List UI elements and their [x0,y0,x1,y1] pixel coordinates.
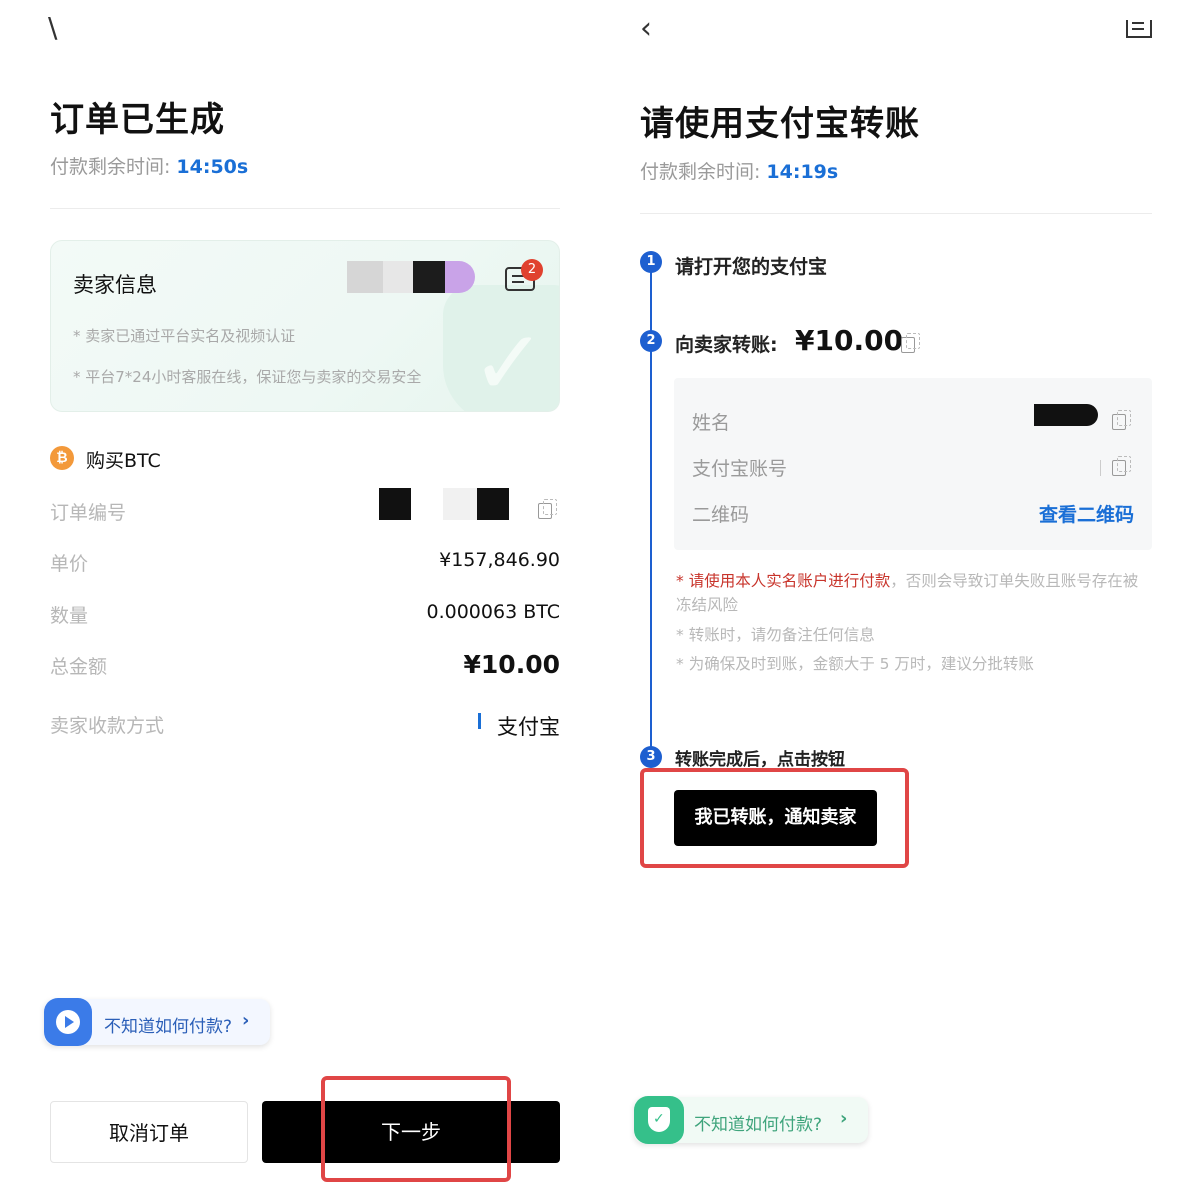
warning-split-transfer-text: 为确保及时到账，金额大于 5 万时，建议分批转账 [688,655,1034,673]
seller-name-redacted [347,261,383,293]
name-label: 姓名 [692,412,731,434]
view-qr-code-link[interactable]: 查看二维码 [1039,500,1134,527]
unit-price-label: 单价 [50,553,89,575]
seller-note-verified: * 卖家已通过平台实名及视频认证 [73,327,296,345]
seller-info-card: ✓ 卖家信息 2 * 卖家已通过平台实名及视频认证 * 平台7*24小时客服在线… [50,240,560,412]
divider [50,208,560,209]
account-redacted [1100,460,1101,476]
play-icon-triangle [65,1016,74,1028]
payment-help-pill[interactable]: ✓ 不知道如何付款? › [634,1096,868,1144]
copy-icon[interactable] [1112,410,1131,430]
back-arrow-icon[interactable]: \ [48,14,57,42]
unit-price-value: ¥157,846.90 [439,549,560,571]
payment-timer: 付款剩余时间: 14:19s [640,157,838,184]
total-amount-label: 总金额 [50,656,108,678]
quantity-label: 数量 [50,605,89,627]
payment-timer: 付款剩余时间: 14:50s [50,152,248,179]
order-number-redacted [477,488,509,520]
warning-no-remark: * 转账时，请勿备注任何信息 [676,626,875,644]
check-watermark-icon: ✓ [471,311,547,412]
seller-name-redacted [383,261,413,293]
warning-real-name-highlight: 请使用本人实名账户进行付款 [688,572,891,590]
back-arrow-icon[interactable]: ‹ [640,14,652,44]
cancel-order-button[interactable]: 取消订单 [50,1101,248,1163]
payment-help-pill[interactable]: 不知道如何付款? › [44,998,270,1046]
alipay-account-label: 支付宝账号 [692,458,788,480]
copy-icon[interactable] [901,333,920,353]
payment-help-text: 不知道如何付款? [694,1115,823,1135]
step-2-text: 向卖家转账: [675,334,778,356]
bitcoin-icon: ₿ [50,446,74,470]
timer-value: 14:19s [766,161,839,183]
warning-split-transfer: * 为确保及时到账，金额大于 5 万时，建议分批转账 [676,655,1034,673]
step-number-2: 2 [640,330,662,352]
step-3-text: 转账完成后，点击按钮 [675,750,845,770]
total-amount-value: ¥10.00 [463,650,560,679]
page-title: 订单已生成 [50,100,225,140]
timer-value: 14:50s [176,156,249,178]
payment-help-text: 不知道如何付款? [104,1017,233,1037]
unread-badge: 2 [521,259,543,281]
play-icon [44,998,92,1046]
alipay-icon [478,713,481,729]
chevron-right-icon: › [840,1108,848,1129]
seller-info-title: 卖家信息 [73,273,157,297]
step-1-text: 请打开您的支付宝 [675,256,828,278]
order-list-icon[interactable] [1126,20,1152,38]
payee-info-box: 姓名 支付宝账号 二维码 查看二维码 [674,378,1152,550]
order-number-redacted [443,488,477,520]
check-icon: ✓ [653,1111,665,1127]
transfer-amount: ¥10.00 [795,324,904,357]
copy-icon[interactable] [1112,456,1131,476]
quantity-value: 0.000063 BTC [426,601,561,623]
copy-icon[interactable] [538,499,557,519]
payment-method-value: 支付宝 [497,715,560,739]
timer-label: 付款剩余时间: [50,156,171,178]
warning-no-remark-text: 转账时，请勿备注任何信息 [688,626,875,644]
order-number-redacted [379,488,411,520]
page-title: 请使用支付宝转账 [640,104,920,144]
shield-check-icon: ✓ [634,1096,684,1144]
step-number-1: 1 [640,251,662,273]
step-number-3: 3 [640,746,662,768]
warning-real-name: * 请使用本人实名账户进行付款，否则会导致订单失败且账号存在被冻结风险 [676,572,1139,614]
seller-name-redacted [413,261,445,293]
timer-label: 付款剩余时间: [640,161,761,183]
alipay-transfer-screen: ‹ 请使用支付宝转账 付款剩余时间: 14:19s 1 请打开您的支付宝 2 向卖… [600,0,1200,1200]
order-number-label: 订单编号 [50,502,127,524]
highlight-box [640,768,909,868]
highlight-box [321,1076,511,1182]
payment-method-label: 卖家收款方式 [50,715,165,737]
order-created-screen: \ 订单已生成 付款剩余时间: 14:50s ✓ 卖家信息 2 * 卖家已通过平台… [0,0,600,1200]
divider [640,213,1152,214]
qr-code-label: 二维码 [692,504,750,526]
payee-name-redacted [1034,404,1098,426]
chevron-right-icon: › [242,1010,250,1031]
buy-btc-label: 购买BTC [86,450,161,472]
seller-note-support: * 平台7*24小时客服在线，保证您与卖家的交易安全 [73,368,422,386]
